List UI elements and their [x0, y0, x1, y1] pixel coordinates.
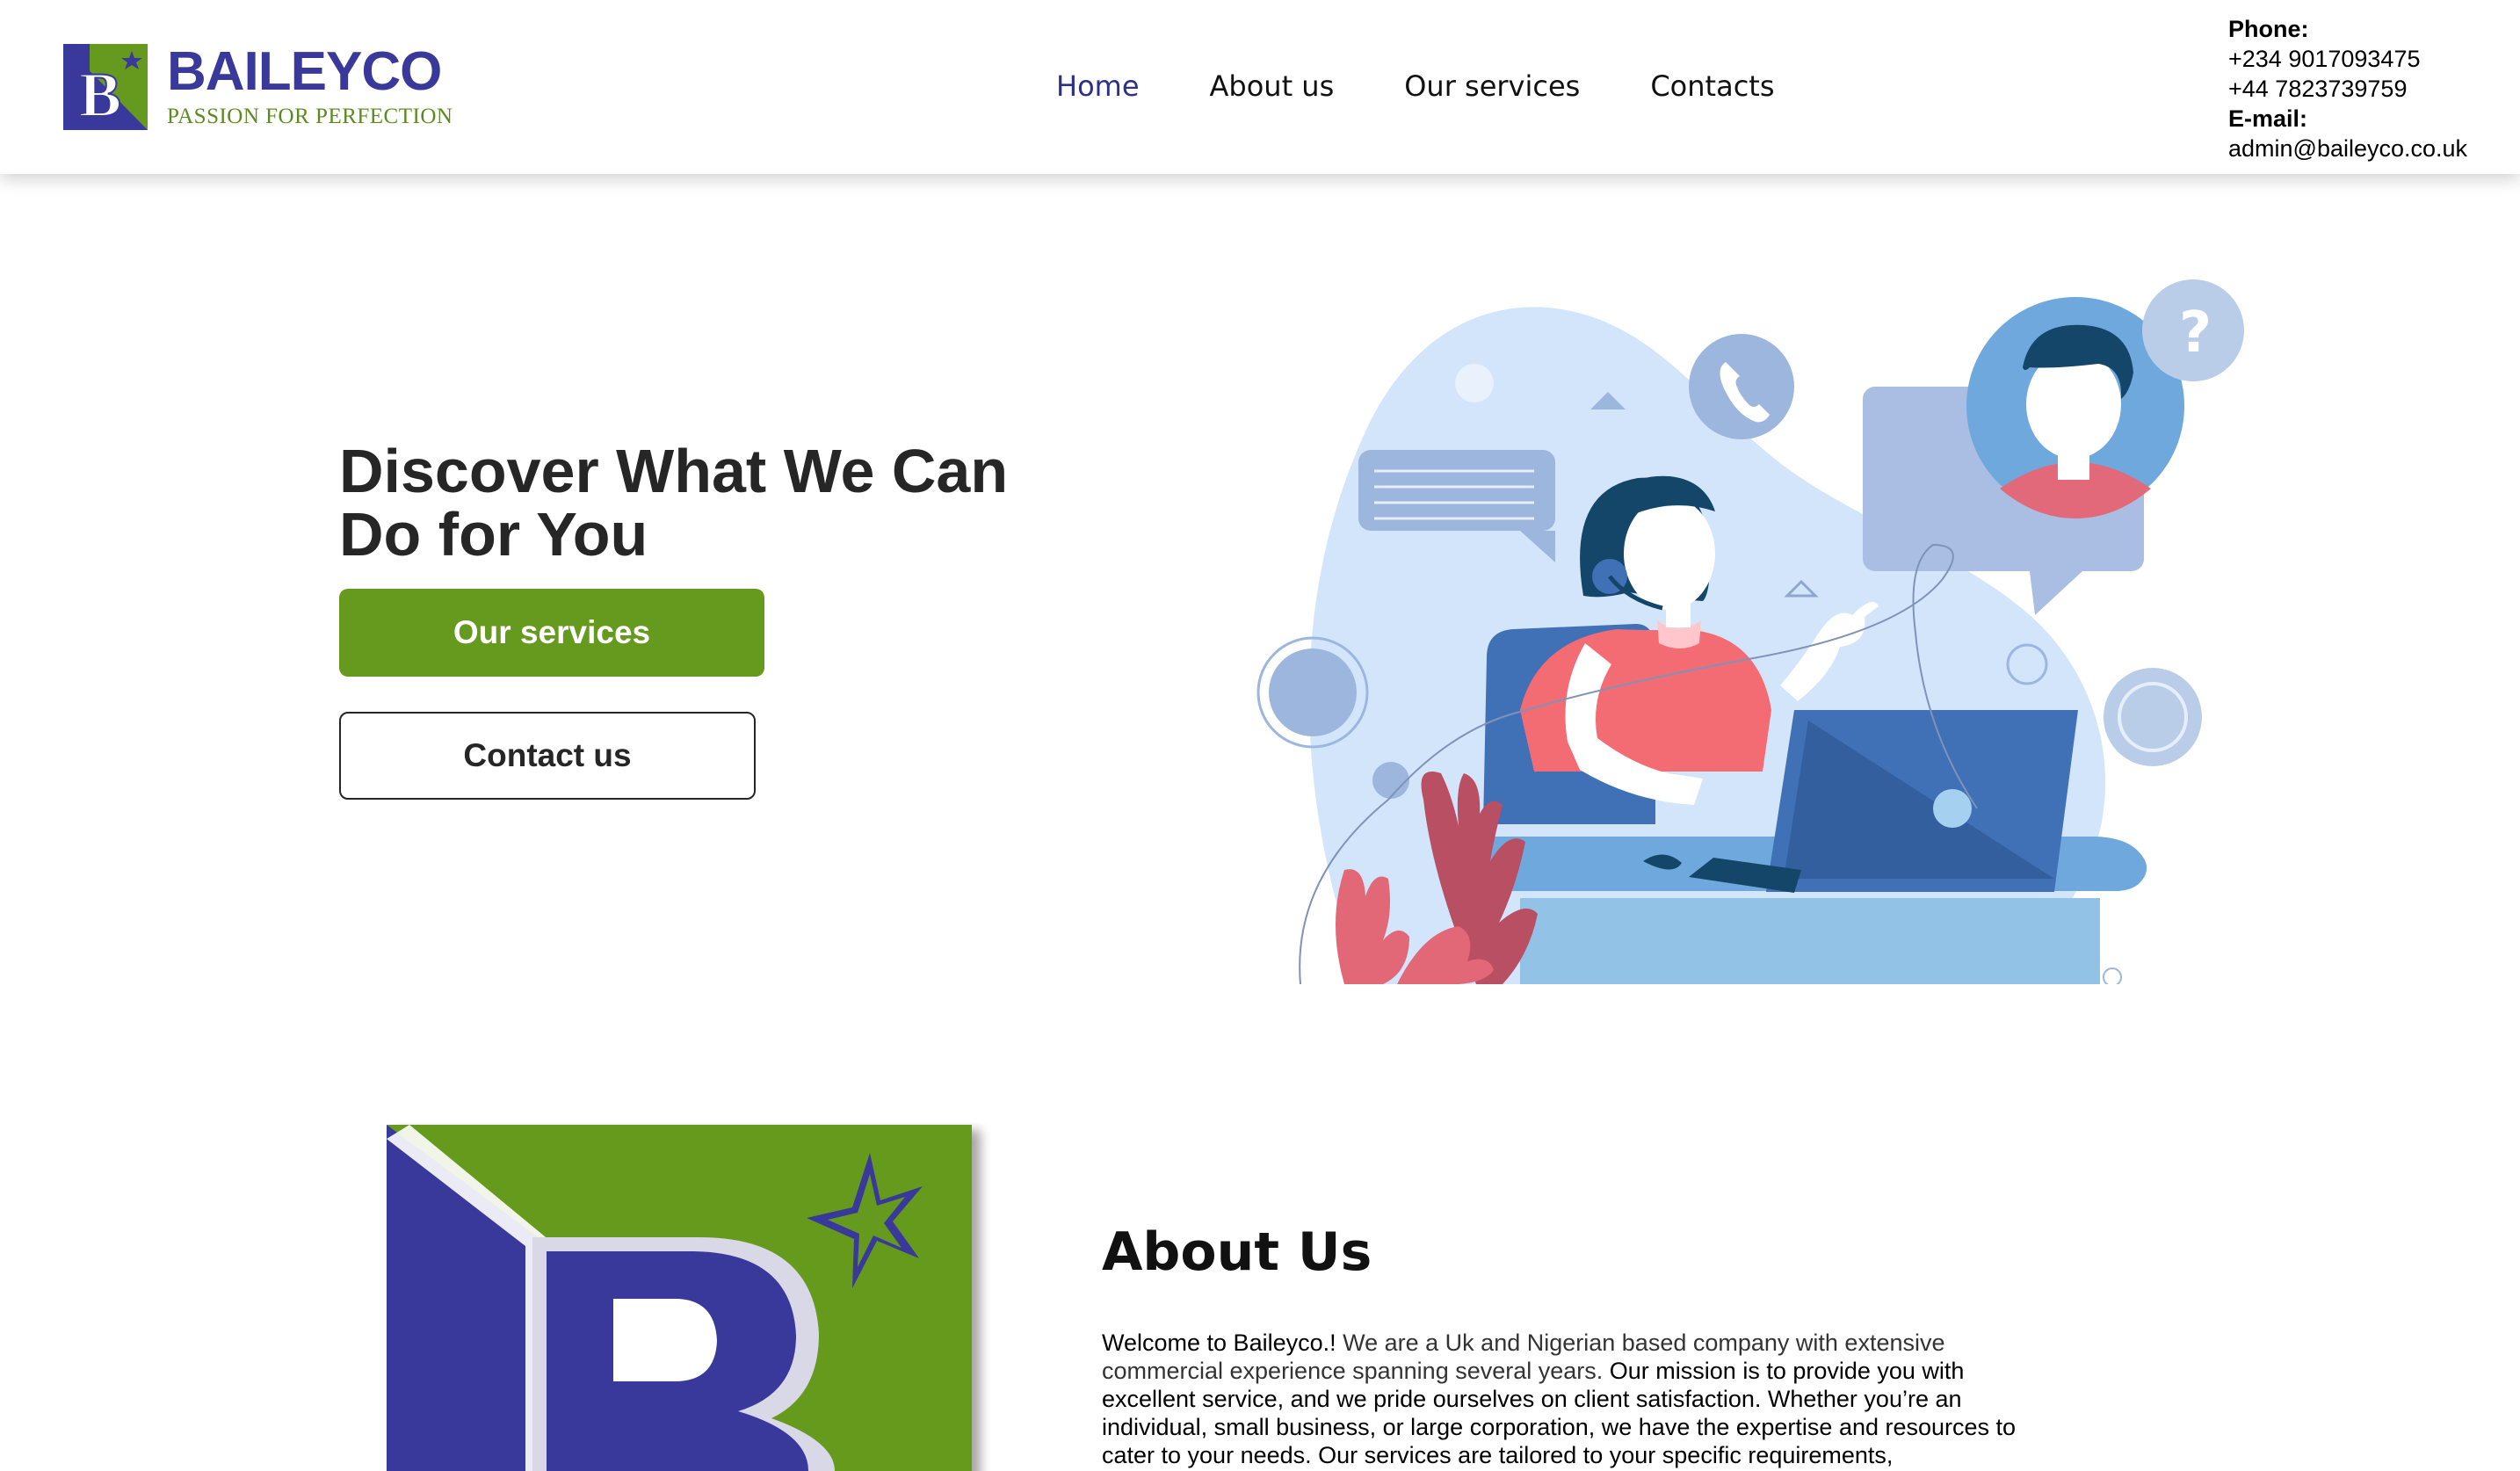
nav-about-us[interactable]: About us [1210, 69, 1335, 104]
deco-circle [1455, 364, 1494, 402]
brand-tagline: PASSION FOR PERFECTION [167, 105, 453, 128]
about-brand-logo [387, 1125, 972, 1471]
nav-our-services[interactable]: Our services [1404, 69, 1580, 104]
nav-home[interactable]: Home [1056, 69, 1140, 104]
nav-contacts[interactable]: Contacts [1650, 69, 1774, 104]
customer-support-illustration: ? [1256, 279, 2244, 984]
svg-text:?: ? [2179, 301, 2212, 366]
site-header: B BAILEYCO PASSION FOR PERFECTION Home A… [0, 0, 2520, 174]
deco-circle-small [1372, 762, 1409, 799]
hero-title: Discover What We Can Do for You [339, 439, 1025, 566]
brand-name: BAILEYCO [167, 41, 442, 102]
phone-number-uk[interactable]: +44 7823739759 [2228, 74, 2467, 104]
email-address[interactable]: admin@baileyco.co.uk [2228, 134, 2467, 163]
phone-label: Phone: [2228, 16, 2309, 42]
header-contact-info: Phone: +234 9017093475 +44 7823739759 E-… [2228, 14, 2467, 163]
contact-us-button[interactable]: Contact us [339, 712, 756, 800]
agent-face [1624, 497, 1715, 610]
about-us-paragraph: Welcome to Baileyco.! We are a Uk and Ni… [1102, 1329, 2051, 1469]
hero-title-line-2: Do for You [339, 500, 648, 569]
email-label: E-mail: [2228, 105, 2308, 132]
deco-circle-left [1269, 649, 1357, 736]
svg-text:B: B [79, 60, 121, 130]
hero-title-line-1: Discover What We Can [339, 437, 1009, 505]
phone-number-ng[interactable]: +234 9017093475 [2228, 44, 2467, 74]
laptop-logo [1933, 789, 1972, 828]
phone-bubble [1689, 334, 1794, 439]
about-welcome-text: Welcome to Baileyco.! [1102, 1330, 1336, 1356]
main-nav: Home About us Our services Contacts [1056, 69, 1845, 104]
brand-logo-link[interactable]: B BAILEYCO PASSION FOR PERFECTION [63, 44, 453, 130]
about-us-heading: About Us [1102, 1221, 1372, 1283]
brand-logo-icon: B [63, 44, 148, 130]
our-services-button[interactable]: Our services [339, 589, 764, 677]
